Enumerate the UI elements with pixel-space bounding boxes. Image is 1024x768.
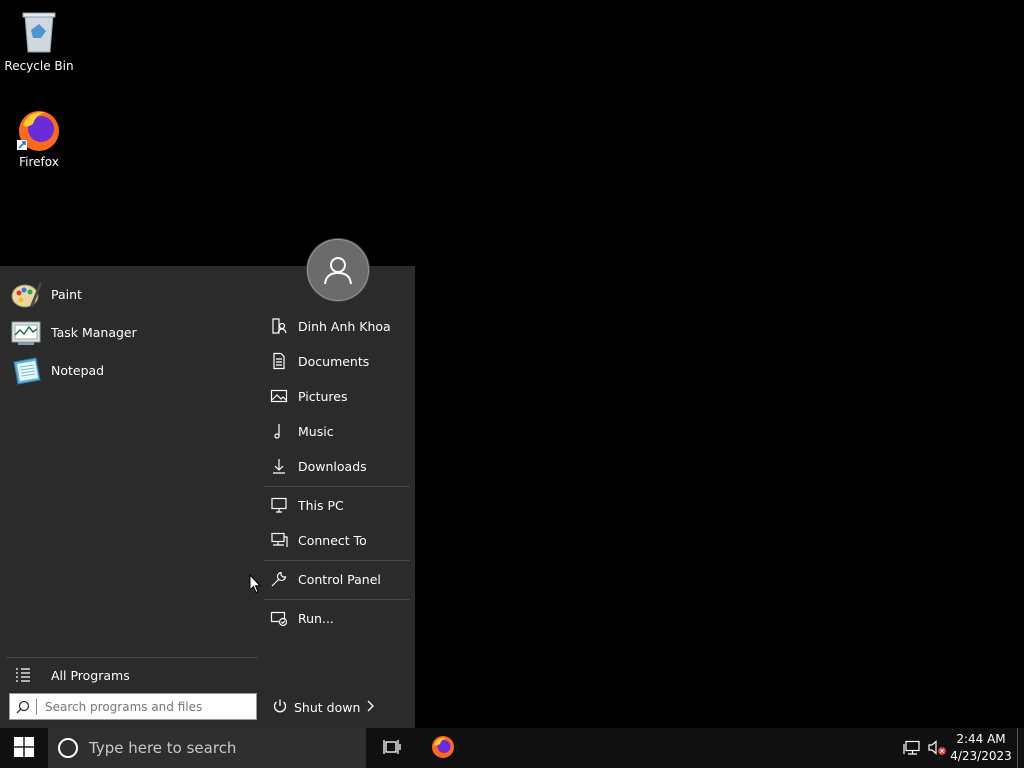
user-avatar-icon[interactable] — [307, 239, 369, 301]
start-item-pictures[interactable]: Pictures — [267, 381, 412, 411]
start-item-this-pc[interactable]: This PC — [267, 490, 412, 520]
shutdown-button[interactable]: Shut down — [272, 697, 360, 717]
start-item-label: Run... — [298, 610, 334, 626]
taskbar: Type here to search 2:44 AM 4/23/2023 — [0, 728, 1024, 768]
cortana-icon — [58, 738, 78, 758]
shutdown-options-button[interactable] — [363, 699, 377, 715]
search-icon — [10, 698, 37, 715]
download-icon — [270, 457, 294, 475]
start-item-run[interactable]: Run... — [267, 603, 412, 633]
shutdown-label: Shut down — [294, 699, 361, 715]
taskbar-search-placeholder: Type here to search — [89, 739, 237, 757]
music-note-icon — [270, 422, 294, 440]
start-item-downloads[interactable]: Downloads — [267, 451, 412, 481]
separator — [6, 657, 258, 658]
taskbar-firefox-button[interactable] — [428, 728, 458, 768]
desktop-icon-recycle-bin[interactable]: Recycle Bin — [1, 8, 77, 73]
clock[interactable]: 2:44 AM 4/23/2023 — [948, 731, 1014, 765]
network-tray-icon[interactable] — [903, 740, 921, 759]
power-icon — [272, 698, 288, 717]
all-programs-button[interactable]: All Programs — [10, 664, 130, 686]
pinned-app-paint[interactable]: Paint — [10, 276, 82, 312]
document-icon — [270, 352, 294, 370]
start-button[interactable] — [0, 728, 48, 768]
start-item-control-panel[interactable]: Control Panel — [267, 564, 412, 594]
clock-time: 2:44 AM — [956, 732, 1006, 746]
picture-icon — [270, 387, 294, 405]
paint-icon — [10, 278, 42, 310]
run-icon — [270, 609, 294, 627]
start-item-label: Documents — [298, 353, 370, 369]
desktop-icon-firefox[interactable]: Firefox — [1, 106, 77, 169]
start-search-input[interactable] — [43, 698, 247, 715]
mouse-cursor-icon — [249, 573, 262, 597]
computer-icon — [270, 496, 294, 514]
start-item-label: Control Panel — [298, 571, 381, 587]
task-view-button[interactable] — [378, 728, 406, 768]
pinned-app-task-manager[interactable]: Task Manager — [10, 314, 137, 350]
separator — [264, 599, 410, 600]
wrench-icon — [270, 570, 294, 588]
separator — [264, 486, 410, 487]
start-item-label: Dinh Anh Khoa — [298, 318, 391, 334]
start-item-label: This PC — [298, 497, 344, 513]
volume-muted-icon[interactable] — [928, 740, 948, 759]
pinned-app-label: Notepad — [51, 362, 105, 378]
task-manager-icon — [10, 316, 42, 348]
start-item-label: Downloads — [298, 458, 367, 474]
user-folder-icon — [270, 317, 294, 335]
show-desktop-button[interactable] — [1017, 728, 1018, 768]
start-item-label: Pictures — [298, 388, 348, 404]
recycle-bin-icon — [19, 12, 59, 57]
separator — [264, 560, 410, 561]
start-item-connect-to[interactable]: Connect To — [267, 525, 412, 555]
start-item-label: Music — [298, 423, 334, 439]
firefox-icon — [431, 735, 455, 762]
pinned-app-notepad[interactable]: Notepad — [10, 352, 104, 388]
network-icon — [270, 531, 294, 549]
start-search-box[interactable] — [9, 693, 257, 720]
start-item-user-folder[interactable]: Dinh Anh Khoa — [267, 311, 412, 341]
chevron-right-icon — [366, 700, 374, 715]
pinned-app-label: Paint — [51, 286, 82, 302]
start-item-label: Connect To — [298, 532, 367, 548]
start-item-music[interactable]: Music — [267, 416, 412, 446]
task-view-icon — [383, 739, 401, 758]
windows-logo-icon — [14, 736, 34, 760]
all-programs-label: All Programs — [51, 667, 130, 683]
taskbar-search-box[interactable]: Type here to search — [48, 728, 366, 768]
pinned-app-label: Task Manager — [51, 324, 137, 340]
notepad-icon — [10, 354, 42, 386]
clock-date: 4/23/2023 — [950, 749, 1012, 763]
desktop-icon-label: Recycle Bin — [4, 59, 74, 73]
start-item-documents[interactable]: Documents — [267, 346, 412, 376]
list-icon — [15, 668, 31, 685]
desktop-icon-label: Firefox — [19, 155, 59, 169]
